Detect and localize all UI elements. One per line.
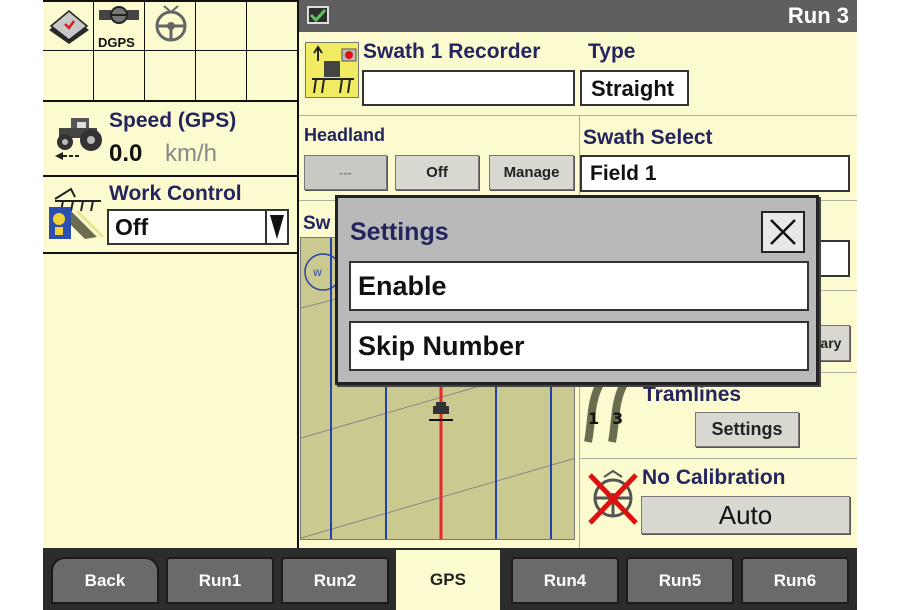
- tab-run5[interactable]: Run5: [626, 557, 734, 604]
- tab-run2[interactable]: Run2: [281, 557, 389, 604]
- enable-option[interactable]: Enable: [349, 261, 809, 311]
- settings-dialog-title: Settings: [350, 218, 449, 246]
- swath-recorder-label: Swath 1 Recorder: [363, 40, 541, 63]
- chevron-down-icon: [265, 211, 287, 243]
- tab-run6[interactable]: Run6: [741, 557, 849, 604]
- headland-manage-button[interactable]: Manage: [489, 155, 574, 190]
- tab-run4[interactable]: Run4: [511, 557, 619, 604]
- close-icon[interactable]: [761, 211, 805, 253]
- header-title: Run 3: [787, 3, 849, 28]
- speed-value: 0.0: [109, 140, 143, 167]
- swath-select-field[interactable]: Field 1: [580, 155, 850, 192]
- tramlines-settings-button[interactable]: Settings: [695, 412, 799, 447]
- back-button[interactable]: Back: [51, 557, 159, 604]
- swath-map-label: Sw: [303, 213, 331, 234]
- no-calibration-label: No Calibration: [642, 466, 786, 489]
- svg-text:1: 1: [588, 409, 599, 428]
- implement-icon: [47, 185, 107, 243]
- tramlines-icon: 1 3: [582, 382, 636, 444]
- swath-recorder-input[interactable]: [362, 70, 575, 106]
- headland-dash-button[interactable]: ---: [304, 155, 387, 190]
- swath-select-label: Swath Select: [583, 126, 713, 149]
- headland-off-button[interactable]: Off: [395, 155, 479, 190]
- auto-button[interactable]: Auto: [641, 496, 850, 534]
- speed-label: Speed (GPS): [109, 109, 237, 132]
- type-select[interactable]: Straight: [580, 70, 689, 106]
- skip-number-option[interactable]: Skip Number: [349, 321, 809, 371]
- type-label: Type: [588, 40, 636, 63]
- svg-text:W: W: [313, 269, 322, 279]
- type-value: Straight: [591, 76, 675, 101]
- swath-select-value: Field 1: [590, 162, 657, 185]
- tab-run1[interactable]: Run1: [166, 557, 274, 604]
- dgps-label: DGPS: [98, 35, 135, 50]
- speed-unit: km/h: [165, 140, 218, 167]
- work-control-select[interactable]: Off: [107, 209, 289, 245]
- headland-label: Headland: [304, 125, 386, 145]
- tab-gps[interactable]: GPS: [396, 550, 500, 610]
- home-icon[interactable]: [45, 2, 95, 52]
- swath-recorder-icon: [305, 42, 359, 98]
- tractor-icon: [51, 112, 107, 162]
- settings-dialog: Settings Enable Skip Number: [335, 195, 819, 385]
- no-calibration-icon: [584, 465, 642, 531]
- svg-text:3: 3: [612, 409, 623, 428]
- tramlines-label: Tramlines: [643, 383, 742, 406]
- header-bar: [297, 0, 857, 32]
- vehicle-icon: [429, 398, 453, 428]
- checkbox-icon: [307, 6, 329, 24]
- work-control-value: Off: [115, 214, 149, 240]
- dgps-icon[interactable]: DGPS: [95, 2, 145, 52]
- steering-wheel-icon[interactable]: [147, 2, 197, 52]
- work-control-label: Work Control: [109, 182, 242, 205]
